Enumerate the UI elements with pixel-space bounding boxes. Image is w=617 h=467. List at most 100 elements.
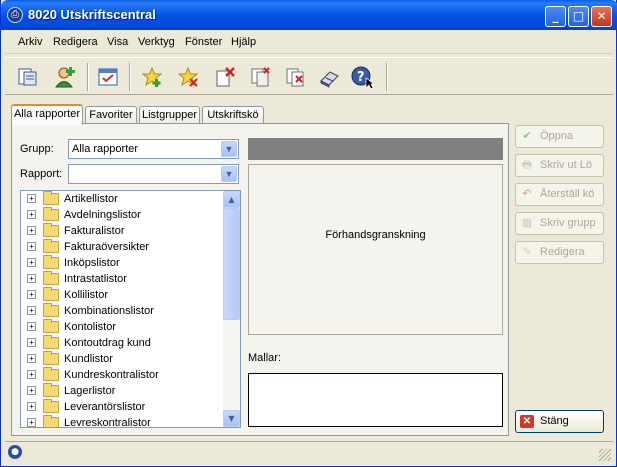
- expand-icon[interactable]: +: [27, 322, 36, 331]
- oppna-button[interactable]: ✔ Öppna: [515, 125, 604, 148]
- tree-item[interactable]: + Avdelningslistor: [21, 207, 221, 223]
- stang-label: Stäng: [540, 415, 569, 427]
- tree-item[interactable]: + Fakturaöversikter: [21, 239, 221, 255]
- expand-icon[interactable]: +: [27, 274, 36, 283]
- maximize-icon: □: [572, 9, 585, 23]
- grupp-select[interactable]: Alla rapporter ▼: [68, 139, 239, 159]
- minimize-icon: _: [552, 9, 559, 23]
- tree-item[interactable]: + Kontolistor: [21, 319, 221, 335]
- menu-visa[interactable]: Visa: [107, 36, 128, 48]
- expand-icon[interactable]: +: [27, 226, 36, 235]
- menu-hjalp[interactable]: Hjälp: [231, 36, 256, 48]
- expand-icon[interactable]: +: [27, 306, 36, 315]
- add-user-icon[interactable]: [53, 64, 79, 90]
- expand-icon[interactable]: +: [27, 418, 36, 427]
- tree-item[interactable]: + Kundreskontralistor: [21, 367, 221, 383]
- tree-scrollbar[interactable]: ▲ ▼: [223, 191, 240, 427]
- copy-icon[interactable]: [247, 64, 273, 90]
- resize-grip[interactable]: [599, 449, 611, 461]
- tree-item[interactable]: + Kundlistor: [21, 351, 221, 367]
- tree-item[interactable]: + Intrastatlistor: [21, 271, 221, 287]
- tab-label: Alla rapporter: [13, 108, 81, 120]
- edit-icon: ✎: [522, 246, 532, 258]
- expand-icon[interactable]: +: [27, 242, 36, 251]
- tab-panel: Grupp: Alla rapporter ▼ Rapport: ▼ + Arti…: [11, 123, 509, 436]
- maximize-button[interactable]: □: [568, 6, 589, 27]
- expand-icon[interactable]: +: [27, 194, 36, 203]
- skriv-grupp-button[interactable]: ▦ Skriv grupp: [515, 212, 604, 235]
- tab-listgrupper[interactable]: Listgrupper: [139, 106, 200, 124]
- close-icon: ✕: [596, 9, 607, 23]
- folder-icon: [43, 367, 59, 381]
- tree-item[interactable]: + Kollilistor: [21, 287, 221, 303]
- preview-header-bar: [248, 138, 503, 160]
- preview-text: Förhandsgranskning: [325, 229, 426, 241]
- scroll-down-icon[interactable]: ▼: [223, 410, 240, 427]
- menu-redigera[interactable]: Redigera: [53, 36, 98, 48]
- chevron-down-icon[interactable]: ▼: [221, 141, 237, 157]
- folder-icon: [43, 383, 59, 397]
- check-icon: ✔: [522, 130, 532, 142]
- remove-favorite-icon[interactable]: [175, 64, 201, 90]
- scroll-thumb[interactable]: [223, 208, 240, 320]
- user-status-icon: ●: [8, 445, 22, 459]
- grupp-label: Grupp:: [20, 143, 54, 155]
- folder-icon: [43, 399, 59, 413]
- print-group-icon: ▦: [521, 217, 533, 229]
- rapport-label: Rapport:: [20, 168, 63, 180]
- tree-item[interactable]: + Fakturalistor: [21, 223, 221, 239]
- expand-icon[interactable]: +: [27, 210, 36, 219]
- aterstall-ko-button[interactable]: ↶ Återställ kö: [515, 183, 604, 206]
- tab-label: Utskriftskö: [207, 109, 259, 121]
- skriv-grupp-label: Skriv grupp: [540, 217, 596, 229]
- mallar-label: Mallar:: [248, 352, 282, 364]
- help-pointer-icon[interactable]: ?: [350, 64, 376, 90]
- report-icon[interactable]: [15, 64, 41, 90]
- expand-icon[interactable]: +: [27, 402, 36, 411]
- tree-item[interactable]: + Kontoutdrag kund: [21, 335, 221, 351]
- tab-favoriter[interactable]: Favoriter: [85, 106, 137, 124]
- expand-icon[interactable]: +: [27, 386, 36, 395]
- tree-item[interactable]: + Leverantörslistor: [21, 399, 221, 415]
- minimize-button[interactable]: _: [545, 6, 566, 27]
- delete-icon[interactable]: [212, 64, 238, 90]
- tree-item[interactable]: + Lagerlistor: [21, 383, 221, 399]
- expand-icon[interactable]: +: [27, 354, 36, 363]
- skriv-ut-button[interactable]: 🖶 Skriv ut Lö: [515, 154, 604, 177]
- close-button[interactable]: ✕: [591, 6, 612, 27]
- report-tree[interactable]: + Artikellistor + Avdelningslistor + Faktural…: [20, 190, 241, 428]
- tree-item-label: Kombinationslistor: [64, 305, 154, 317]
- stang-button[interactable]: ✕ Stäng: [515, 410, 604, 433]
- add-favorite-icon[interactable]: [139, 64, 165, 90]
- menu-verktyg[interactable]: Verktyg: [138, 36, 175, 48]
- folder-icon: [43, 223, 59, 237]
- delete-copy-icon[interactable]: [282, 64, 308, 90]
- tree-item[interactable]: + Inköpslistor: [21, 255, 221, 271]
- rapport-select[interactable]: ▼: [68, 164, 239, 184]
- expand-icon[interactable]: +: [27, 290, 36, 299]
- mallar-list[interactable]: [248, 373, 503, 427]
- book-icon[interactable]: [317, 64, 343, 90]
- tab-alla-rapporter[interactable]: Alla rapporter: [11, 104, 83, 125]
- tree-item[interactable]: + Artikellistor: [21, 191, 221, 207]
- tree-item[interactable]: + Levreskontralistor: [21, 415, 221, 427]
- scheduler-icon[interactable]: [95, 64, 121, 90]
- tab-utskriftsko[interactable]: Utskriftskö: [202, 106, 264, 124]
- expand-icon[interactable]: +: [27, 258, 36, 267]
- redigera-button[interactable]: ✎ Redigera: [515, 241, 604, 264]
- printer-icon: 🖶: [521, 159, 533, 171]
- tree-item-label: Fakturaöversikter: [64, 241, 149, 253]
- title-bar[interactable]: ⎙ 8020 Utskriftscentral _ □ ✕: [1, 0, 617, 30]
- menu-fonster[interactable]: Fönster: [185, 36, 222, 48]
- tree-item-label: Kontoutdrag kund: [64, 337, 151, 349]
- scroll-up-icon[interactable]: ▲: [223, 191, 240, 208]
- menu-arkiv[interactable]: Arkiv: [18, 36, 42, 48]
- folder-icon: [43, 239, 59, 253]
- expand-icon[interactable]: +: [27, 370, 36, 379]
- chevron-down-icon[interactable]: ▼: [221, 166, 237, 182]
- tree-item-label: Artikellistor: [64, 193, 118, 205]
- undo-icon: ↶: [522, 188, 532, 200]
- tree-item[interactable]: + Kombinationslistor: [21, 303, 221, 319]
- expand-icon[interactable]: +: [27, 338, 36, 347]
- tree-item-label: Kontolistor: [64, 321, 116, 333]
